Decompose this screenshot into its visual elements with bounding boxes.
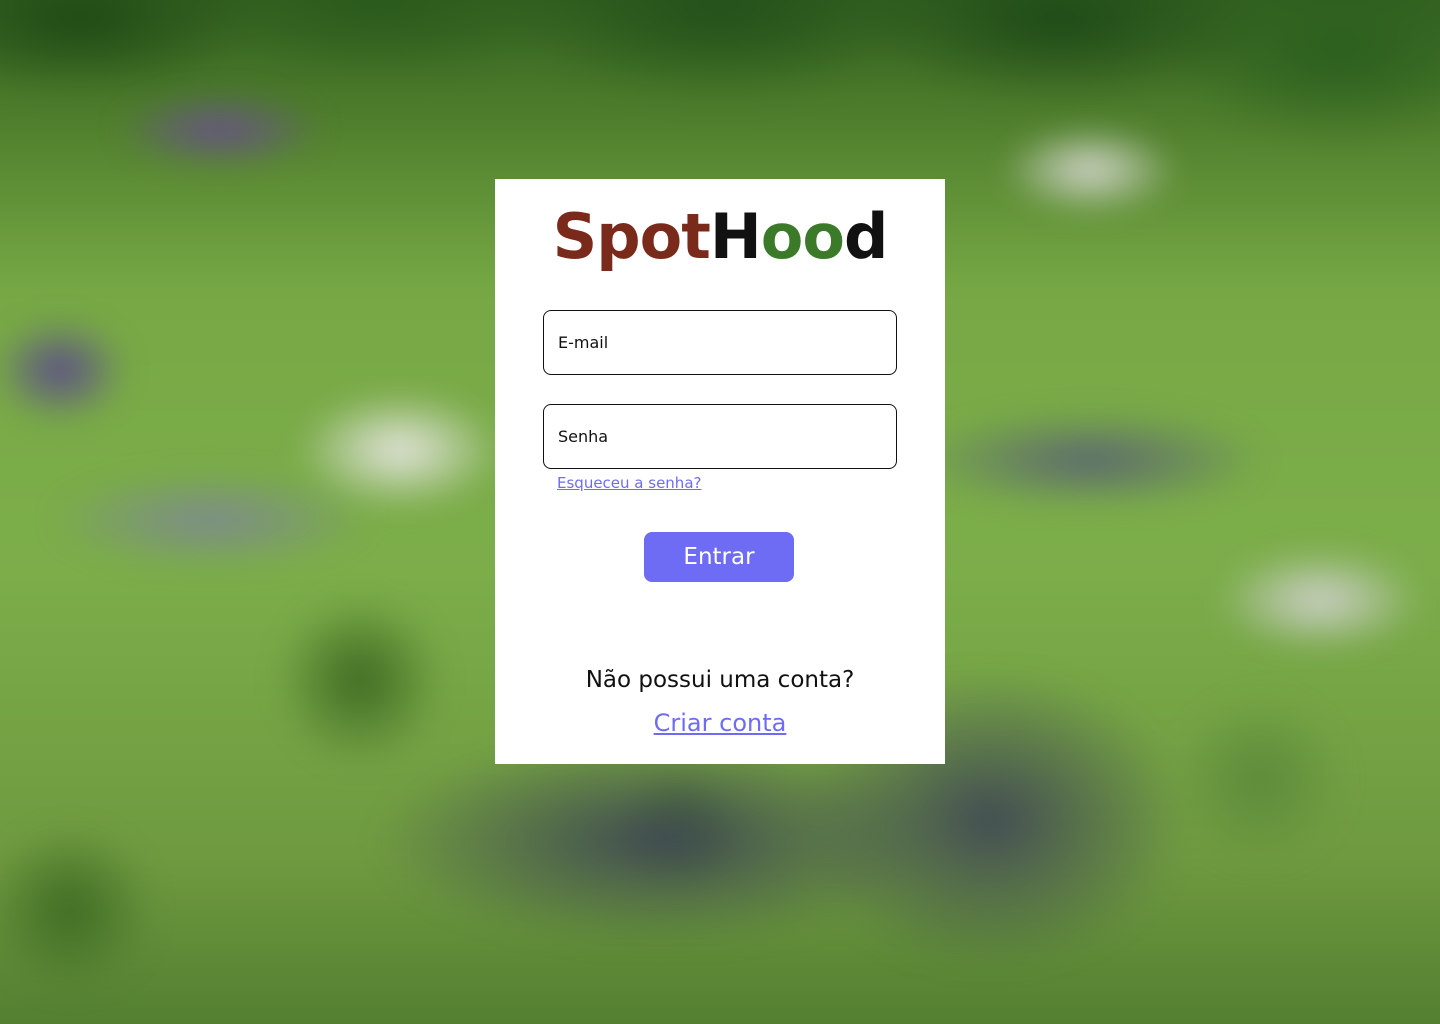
no-account-text: Não possui uma conta? — [585, 667, 855, 693]
logo-part-oo: oo — [760, 200, 845, 273]
password-input[interactable] — [558, 427, 882, 446]
create-account-link[interactable]: Criar conta — [495, 709, 945, 737]
email-field[interactable] — [543, 310, 897, 375]
forgot-password-link[interactable]: Esqueceu a senha? — [557, 474, 701, 492]
logo-part-spot: Spot — [552, 200, 711, 273]
email-input[interactable] — [558, 333, 882, 352]
login-button[interactable]: Entrar — [644, 532, 794, 582]
password-field[interactable] — [543, 404, 897, 469]
login-card: SpotHood Esqueceu a senha? Entrar Não po… — [495, 179, 945, 764]
logo-part-h: H — [709, 200, 762, 273]
app-logo: SpotHood — [495, 201, 945, 273]
logo-part-d: d — [843, 200, 888, 273]
